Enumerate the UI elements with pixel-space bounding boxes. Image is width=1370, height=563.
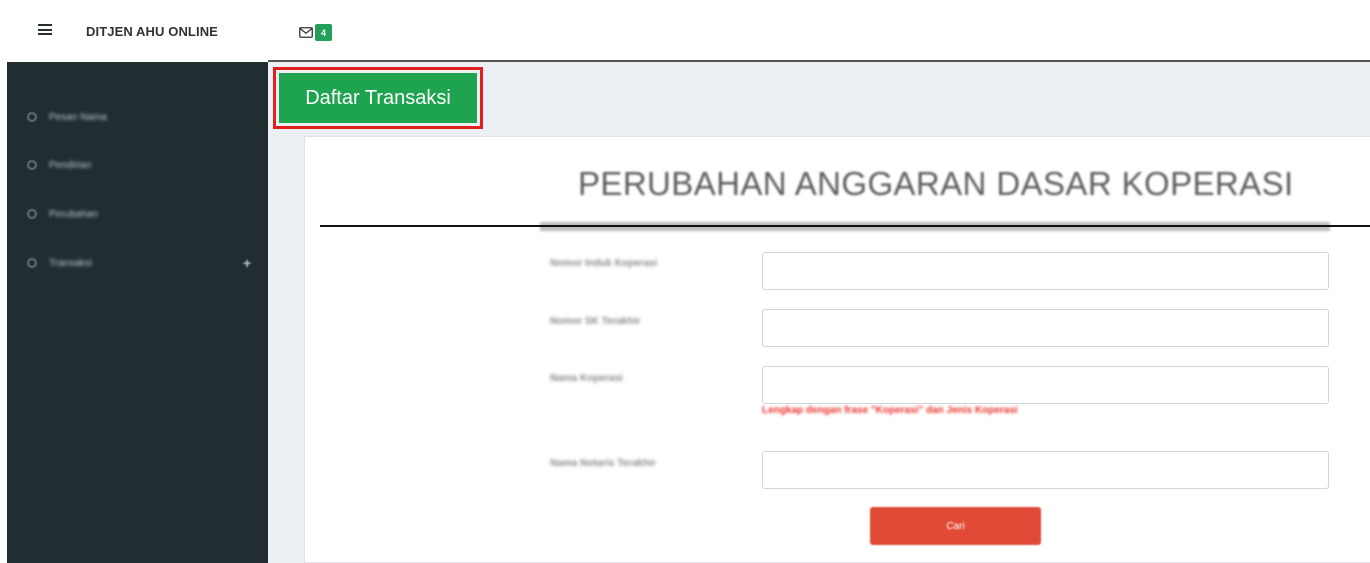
menu-toggle-icon[interactable] [38, 24, 52, 35]
circle-icon [27, 209, 37, 219]
nama-koperasi-hint: Lengkap dengan frase "Koperasi" dan Jeni… [762, 405, 1018, 416]
circle-icon [27, 258, 37, 268]
nomor-induk-koperasi-input[interactable] [762, 252, 1329, 290]
sidebar-item-label: Perubahan [49, 208, 98, 220]
envelope-icon [299, 27, 313, 38]
cari-button[interactable]: Cari [870, 507, 1041, 545]
sidebar-item-pesan-nama[interactable]: Pesan Nama [7, 103, 268, 131]
sidebar-item-pendirian[interactable]: Pendirian [7, 151, 268, 179]
nomor-induk-koperasi-label: Nomor Induk Koperasi [550, 258, 658, 269]
sidebar: Pesan Nama Pendirian Perubahan Transaksi… [7, 62, 268, 563]
circle-icon [27, 160, 37, 170]
page-title: PERUBAHAN ANGGARAN DASAR KOPERASI [578, 165, 1294, 202]
nama-notaris-terakhir-input[interactable] [762, 451, 1329, 489]
brand-title: DITJEN AHU ONLINE [86, 24, 218, 39]
nomor-sk-terakhir-label: Nomor SK Terakhir [550, 316, 641, 327]
nama-notaris-terakhir-label: Nama Notaris Terakhir [550, 458, 656, 469]
daftar-transaksi-button[interactable]: Daftar Transaksi [279, 73, 477, 123]
sidebar-item-label: Pendirian [49, 159, 92, 171]
sidebar-item-transaksi[interactable]: Transaksi + [7, 249, 268, 277]
sidebar-item-label: Transaksi [49, 257, 92, 269]
expand-plus-icon[interactable]: + [243, 255, 251, 271]
message-count-badge: 4 [315, 24, 332, 41]
sidebar-item-perubahan[interactable]: Perubahan [7, 200, 268, 228]
nomor-sk-terakhir-input[interactable] [762, 309, 1329, 347]
section-divider [320, 225, 1370, 227]
circle-icon [27, 112, 37, 122]
nama-koperasi-input[interactable] [762, 366, 1329, 404]
nama-koperasi-label: Nama Koperasi [550, 373, 623, 384]
messages-button[interactable]: 4 [299, 24, 332, 41]
top-navbar: DITJEN AHU ONLINE 4 [0, 0, 1370, 60]
sidebar-item-label: Pesan Nama [49, 111, 107, 123]
